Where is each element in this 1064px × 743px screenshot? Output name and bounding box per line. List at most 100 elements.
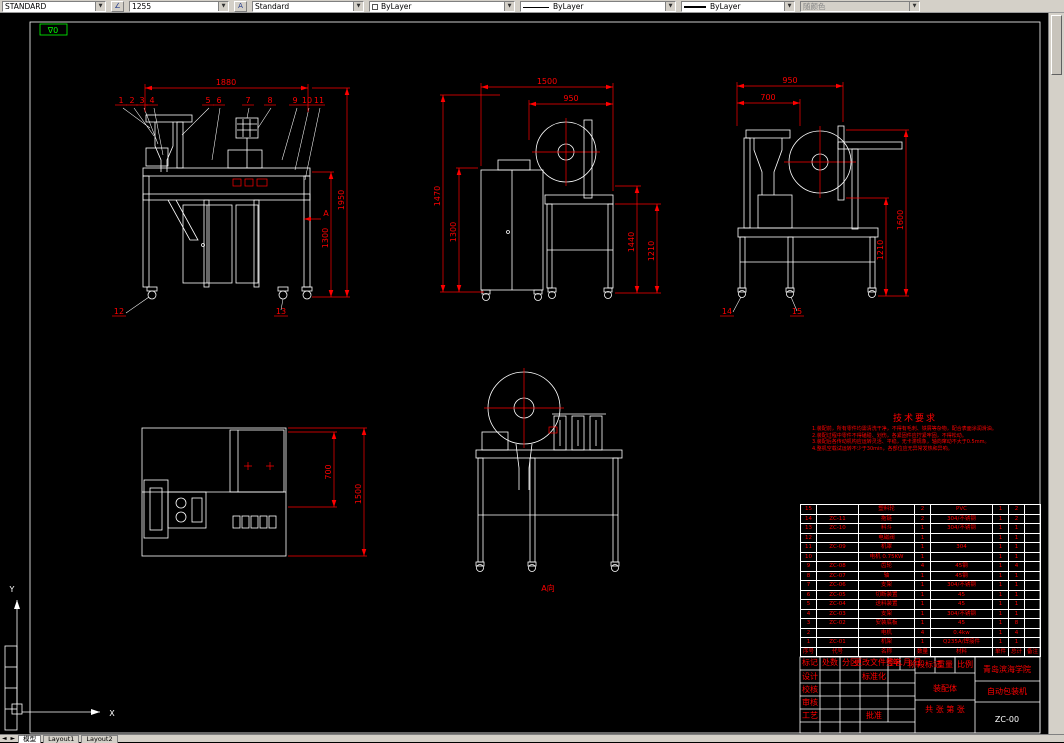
bom-header-row: 序号 代号 名称 数量 材料 单件 总计 备注: [800, 646, 1041, 657]
tb-label: 标准化: [862, 671, 886, 681]
callout-label: 6: [216, 96, 221, 105]
callout-label: 8: [267, 96, 272, 105]
bom-table: 15 塑料轮 2 PVC 1 2 14 ZC-11 拖链 2 304/不锈钢 1 2 13 ZC-10 料斗 1…: [800, 504, 1041, 657]
side-view: 1500 950 1470 1300 1440 1210: [433, 77, 661, 301]
color-combo[interactable]: ByLayer ▼: [369, 0, 515, 12]
bom-row: 4 ZC-03 支架 1 304/不锈钢 1 1: [800, 608, 1041, 619]
ucs-x-label: X: [109, 709, 115, 718]
callout-label: 15: [792, 307, 802, 316]
front-view: 1880 1950 1300 1 2 3 4 5 6 7 8 9 10 11 1…: [112, 78, 350, 317]
dim-label: 700: [760, 93, 775, 102]
tb-label: 批准: [866, 710, 882, 720]
bom-row: 12 电磁阀 1 1 1: [800, 532, 1041, 543]
dim-label: 1950: [337, 190, 346, 210]
dim-label: 1440: [627, 232, 636, 252]
right-view: 950 700 1600 1210 14 15: [720, 76, 909, 317]
callout-label: 9: [292, 96, 297, 105]
bom-row: 10 电机 0.75KW 1 1 1: [800, 551, 1041, 562]
bom-row: 1 ZC-01 机架 1 Q235A/焊接件 1 1: [800, 637, 1041, 648]
chevron-down-icon: ▼: [909, 1, 919, 11]
ucs-y-label: Y: [9, 585, 15, 594]
text-style-icon[interactable]: A: [234, 0, 247, 12]
tech-req-title: 技术要求: [892, 414, 937, 424]
callout-label: 12: [114, 307, 124, 316]
bom-row: 8 ZC-07 轴 1 45钢 1 1: [800, 570, 1041, 581]
callout-label: 2: [129, 96, 134, 105]
dim-label: 700: [324, 464, 333, 479]
callout-label: 3: [139, 96, 144, 105]
dim-label: 1210: [876, 240, 885, 260]
callout-label: 10: [302, 96, 312, 105]
vertical-scrollbar[interactable]: [1048, 13, 1064, 734]
tb-label: 校核: [802, 684, 818, 694]
technical-requirements: 技术要求 1.装配前，所有零件均需清洗干净，不得有毛刺、铁屑等杂物，配合表面涂润…: [812, 411, 1018, 452]
text-style-value: Standard: [255, 1, 290, 11]
dim-style-icon[interactable]: ∠: [111, 0, 124, 12]
bom-row: 2 电机 4 0.4kw 1 4: [800, 627, 1041, 638]
dim-label: 950: [782, 76, 797, 85]
product-name: 自动包装机: [987, 686, 1027, 696]
chevron-down-icon[interactable]: ▼: [95, 1, 105, 11]
named-style-value: STANDARD: [5, 1, 47, 11]
tb-label: 处数: [822, 657, 838, 667]
tech-req-lines: 1.装配前，所有零件均需清洗干净，不得有毛刺、铁屑等杂物，配合表面涂润滑油。 2.…: [812, 426, 1018, 452]
lineweight-value: ByLayer: [710, 1, 741, 11]
part-title: 装配体: [933, 683, 957, 693]
viewport-marker: ∇0: [39, 23, 68, 36]
callout-label: 11: [314, 96, 324, 105]
callout-label: 1: [118, 96, 123, 105]
text-style-combo[interactable]: Standard ▼: [252, 0, 364, 12]
chevron-down-icon[interactable]: ▼: [218, 1, 228, 11]
tech-req-line: 4.整机空载试运转不少于30min，各部位应无异常发热和异响。: [812, 445, 953, 452]
dim-style-value: 1255: [132, 1, 152, 11]
a-direction-view: A向: [475, 368, 623, 593]
view-label: A向: [541, 583, 554, 593]
tech-req-line: 1.装配前，所有零件均需清洗干净，不得有毛刺、铁屑等杂物，配合表面涂润滑油。: [812, 426, 997, 432]
callout-label: 14: [722, 307, 732, 316]
dim-style-combo[interactable]: 1255 ▼: [129, 0, 229, 12]
dim-label: 1600: [896, 210, 905, 230]
bom-row: 6 ZC-05 切断装置 1 45 1 1: [800, 589, 1041, 600]
plot-style-combo: 随颜色 ▼: [800, 0, 920, 12]
dim-label: 1210: [647, 241, 656, 261]
named-style-combo[interactable]: STANDARD ▼: [2, 0, 106, 12]
styles-toolbar: STANDARD ▼ ∠ 1255 ▼ A Standard ▼ ByLayer…: [0, 0, 1064, 13]
dim-label: 1880: [216, 78, 236, 87]
bom-row: 5 ZC-04 送料装置 1 45 1 1: [800, 599, 1041, 610]
bom-body: 15 塑料轮 2 PVC 1 2 14 ZC-11 拖链 2 304/不锈钢 1 2 13 ZC-10 料斗 1…: [800, 504, 1041, 657]
bom-row: 9 ZC-08 齿轮 4 45钢 1 4: [800, 561, 1041, 572]
chevron-down-icon[interactable]: ▼: [665, 1, 675, 11]
dim-label: 950: [563, 94, 578, 103]
linetype-combo[interactable]: ByLayer ▼: [520, 0, 676, 12]
dim-label: 1470: [433, 186, 442, 206]
dim-label: 1300: [321, 228, 330, 248]
tb-label: 标记: [802, 657, 818, 667]
plan-view: 700 1500: [141, 427, 367, 557]
linetype-value: ByLayer: [553, 1, 584, 11]
org-name: 青岛滨海学院: [983, 664, 1031, 674]
tb-label: 工艺: [802, 711, 818, 720]
linetype-preview-icon: [523, 6, 549, 8]
callout-label: 4: [149, 96, 154, 105]
tb-label: 比例: [957, 659, 973, 669]
section-arrow-label: A: [323, 209, 329, 218]
plot-style-value: 随颜色: [803, 1, 826, 11]
drawing-number: ZC-00: [995, 715, 1019, 724]
title-block: 标记 处数 分区 更改文件号 签名 年.月.日 设计 校核 审核 工艺 标准化 …: [799, 656, 1041, 734]
scrollbar-thumb[interactable]: [1051, 15, 1062, 75]
dim-label: 1300: [449, 222, 458, 242]
lineweight-combo[interactable]: ByLayer ▼: [681, 0, 795, 12]
tech-req-line: 3.装配后各传动机构应运转灵活、平稳，无卡滞现象，轴向窜动不大于0.5mm。: [812, 439, 990, 445]
color-swatch-icon: [372, 3, 378, 10]
callout-label: 5: [205, 96, 210, 105]
tb-label: 重量: [937, 659, 953, 669]
dim-label: 1500: [354, 484, 363, 504]
chevron-down-icon[interactable]: ▼: [784, 1, 794, 11]
chevron-down-icon[interactable]: ▼: [353, 1, 363, 11]
bom-row: 3 ZC-02 安装底板 1 45 1 8: [800, 618, 1041, 629]
dim-label: 1500: [537, 77, 557, 86]
tb-label: 设计: [802, 671, 818, 681]
callout-label: 7: [245, 96, 250, 105]
ucs-icon: Y X: [9, 585, 116, 718]
chevron-down-icon[interactable]: ▼: [504, 1, 514, 11]
